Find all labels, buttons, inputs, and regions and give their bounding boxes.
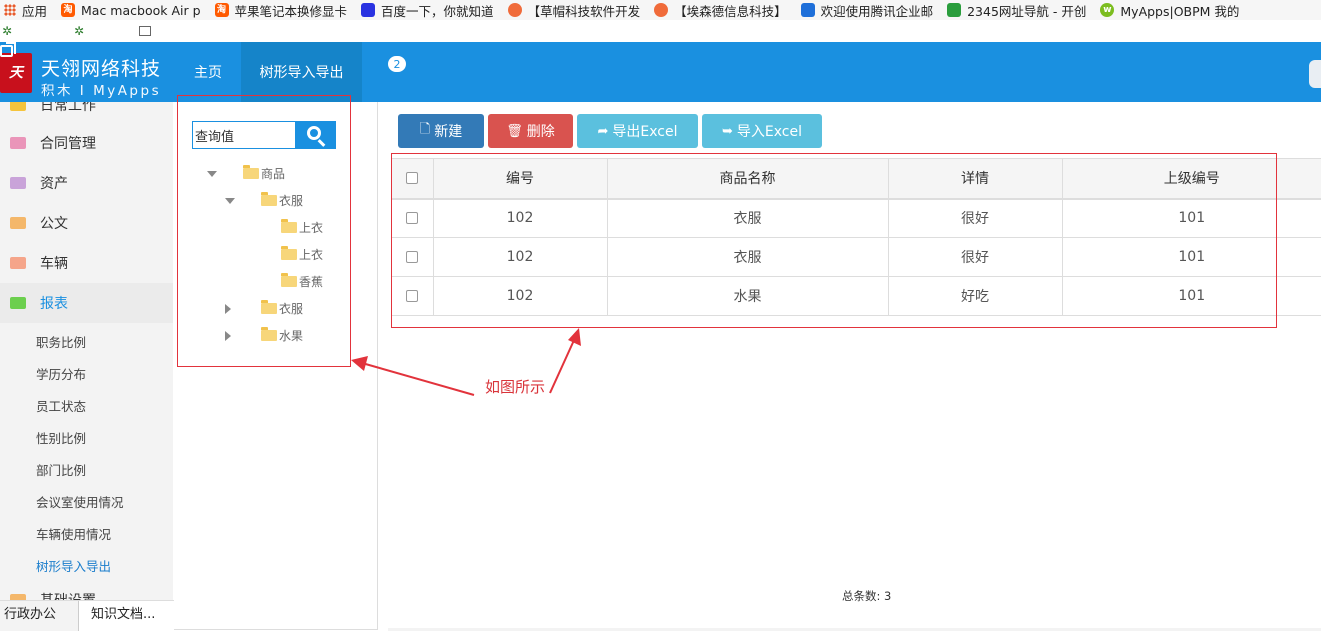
annotation-label: 如图所示 (485, 378, 546, 396)
annotation-arrows (351, 328, 581, 396)
